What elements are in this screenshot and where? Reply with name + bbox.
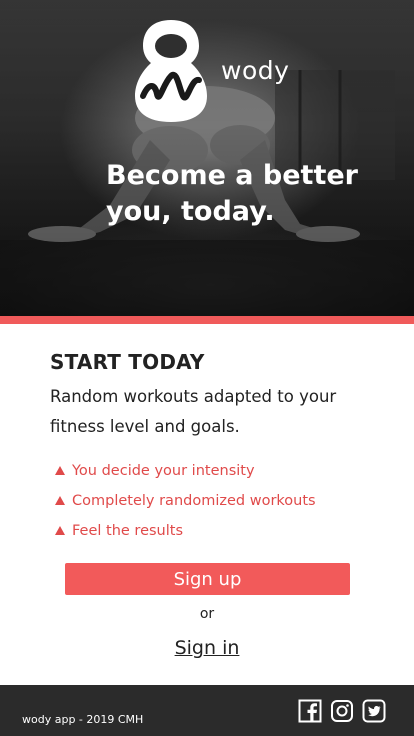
facebook-icon[interactable] [298,699,322,723]
twitter-icon[interactable] [362,699,386,723]
hero-tagline: Become a better you, today. [106,160,358,227]
or-separator: or [199,606,215,622]
signup-button[interactable]: Sign up [65,563,350,595]
feature-item: Feel the results [50,516,390,546]
brand-name: wody [221,56,290,85]
intro-section: START TODAY Random workouts adapted to y… [50,350,390,546]
triangle-bullet-icon [55,496,65,505]
instagram-icon[interactable] [330,699,354,723]
triangle-bullet-icon [55,466,65,475]
triangle-bullet-icon [55,526,65,535]
accent-divider [0,316,414,324]
signin-link[interactable]: Sign in [0,637,414,659]
feature-text: Completely randomized workouts [72,493,316,509]
footer: wody app - 2019 CMH [0,685,414,736]
section-description: Random workouts adapted to your fitness … [50,387,337,436]
hero-banner: wody Become a better you, today. [0,0,414,316]
feature-text: You decide your intensity [72,463,255,479]
feature-item: You decide your intensity [50,456,390,486]
feature-list: You decide your intensity Completely ran… [50,456,390,546]
kettlebell-logo-icon [135,20,207,122]
feature-text: Feel the results [72,523,184,539]
feature-item: Completely randomized workouts [50,486,390,516]
copyright-text: wody app - 2019 CMH [22,713,144,726]
section-title: START TODAY [50,350,205,374]
